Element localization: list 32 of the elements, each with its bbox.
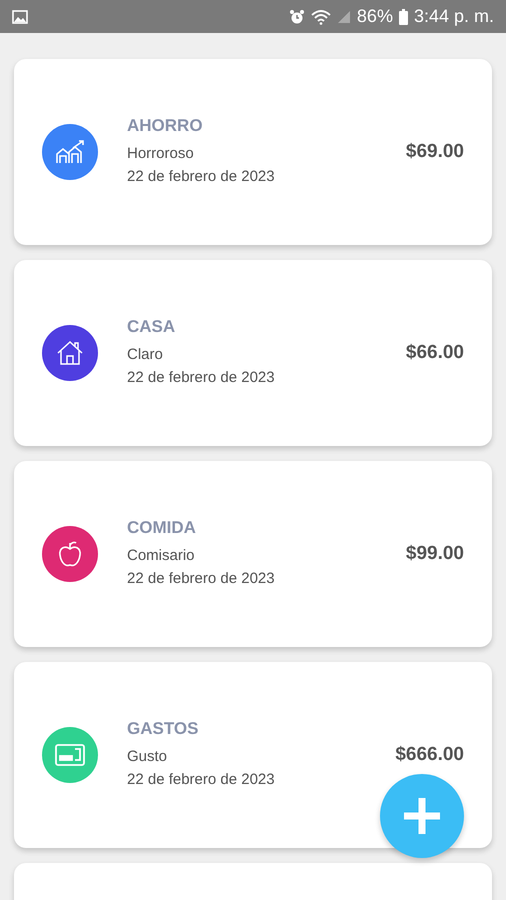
date-text: 22 de febrero de 2023: [127, 368, 276, 388]
wifi-icon: [310, 8, 331, 24]
clock: 3:44 p. m.: [414, 6, 494, 27]
house-icon: [57, 340, 83, 366]
note-text: Gusto: [127, 747, 168, 767]
note-text: Claro: [127, 345, 164, 365]
amount-text: $99.00: [406, 543, 464, 565]
plus-icon: [402, 796, 442, 836]
battery-percent: 86%: [356, 6, 393, 27]
apple-icon: [57, 540, 83, 568]
battery-icon: [398, 8, 408, 24]
date-text: 22 de febrero de 2023: [127, 770, 276, 790]
amount-text: $66.00: [406, 342, 464, 364]
category-title: GASTOS: [127, 719, 200, 739]
category-title: CASA: [127, 317, 176, 337]
category-title: COMIDA: [127, 518, 197, 538]
chart-icon: [55, 140, 85, 164]
transaction-card[interactable]: COMIDA Comisario 22 de febrero de 2023 $99.00: [14, 461, 492, 647]
card-icon: [55, 744, 85, 766]
category-title: AHORRO: [127, 116, 204, 136]
amount-text: $666.00: [395, 744, 464, 766]
signal-icon: [336, 10, 351, 24]
amount-text: $69.00: [406, 141, 464, 163]
transaction-card[interactable]: AHORRO Horroroso 22 de febrero de 2023 $69.00: [14, 59, 492, 245]
transaction-card[interactable]: CASA Claro 22 de febrero de 2023 $66.00: [14, 260, 492, 446]
note-text: Horroroso: [127, 144, 195, 164]
note-text: Comisario: [127, 546, 196, 566]
image-icon: [12, 10, 28, 24]
date-text: 22 de febrero de 2023: [127, 569, 276, 589]
date-text: 22 de febrero de 2023: [127, 167, 276, 187]
transaction-card[interactable]: GASTOS Gusto 22 de febrero de 2023 $666.00: [14, 662, 492, 848]
alarm-icon: [288, 8, 305, 24]
